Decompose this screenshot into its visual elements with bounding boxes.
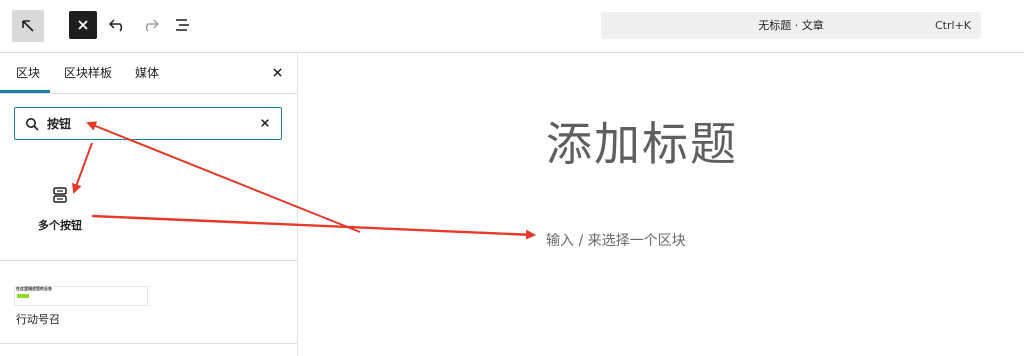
close-icon[interactable] — [266, 61, 288, 83]
tab-blocks[interactable]: 区块 — [16, 53, 40, 93]
block-result-buttons[interactable]: 多个按钮 — [20, 179, 100, 239]
divider — [0, 260, 297, 261]
list-view-icon[interactable] — [169, 11, 197, 39]
tab-media[interactable]: 媒体 — [135, 53, 159, 93]
editor-canvas: 添加标题 输入 / 来选择一个区块 — [298, 53, 1024, 356]
pattern-preview-heading: 在这里描述您的业务 — [16, 286, 52, 291]
redo-icon[interactable] — [136, 11, 164, 39]
document-title: 无标题 · 文章 — [758, 19, 824, 32]
close-icon[interactable] — [69, 11, 97, 39]
post-title-placeholder[interactable]: 添加标题 — [546, 108, 738, 174]
search-input[interactable] — [47, 108, 247, 138]
shortcut-hint: Ctrl+K — [934, 19, 971, 32]
divider — [0, 343, 297, 344]
block-search — [14, 107, 282, 140]
block-inserter-panel: 区块 区块样板 媒体 多个按钮 在这里描述您的业务 行动号召 — [0, 53, 298, 356]
search-icon — [25, 116, 41, 132]
block-appender-prompt[interactable]: 输入 / 来选择一个区块 — [546, 230, 686, 250]
pattern-preview[interactable]: 在这里描述您的业务 — [14, 286, 148, 306]
block-result-label: 多个按钮 — [38, 219, 82, 232]
active-tab-indicator — [0, 90, 50, 93]
pattern-label[interactable]: 行动号召 — [16, 311, 60, 327]
top-toolbar: 无标题 · 文章 Ctrl+K — [0, 0, 1024, 53]
command-bar[interactable]: 无标题 · 文章 Ctrl+K — [601, 12, 981, 39]
undo-icon[interactable] — [104, 11, 132, 39]
buttons-icon — [50, 185, 70, 205]
pattern-preview-button — [17, 294, 29, 298]
inserter-tabs: 区块 区块样板 媒体 — [0, 53, 297, 94]
tab-patterns[interactable]: 区块样板 — [64, 53, 112, 93]
clear-search-icon[interactable] — [257, 115, 273, 131]
arrow-up-left-icon[interactable] — [12, 10, 44, 42]
